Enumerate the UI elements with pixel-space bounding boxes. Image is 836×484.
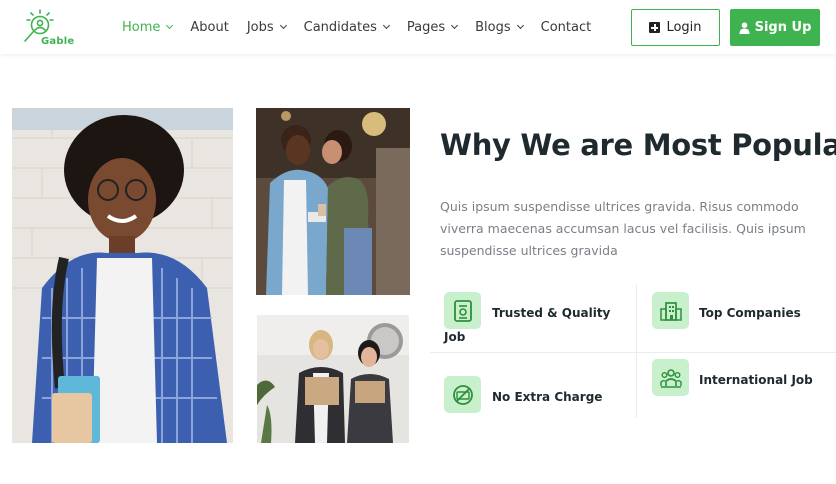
feature-label-line2: Job [444, 330, 466, 344]
nav-item-about[interactable]: About [190, 20, 228, 35]
chevron-down-icon [279, 21, 287, 30]
team-photo [256, 108, 410, 295]
chevron-down-icon [451, 21, 459, 30]
feature-label: International Job [699, 373, 813, 387]
main-nav: Home About Jobs Candidates Pages Blogs C… [122, 0, 609, 54]
feature-top-companies: Top Companies [652, 292, 822, 332]
no-charge-icon [444, 376, 481, 413]
signup-button[interactable]: Sign Up [730, 9, 820, 46]
nav-item-label: Candidates [303, 19, 377, 35]
student-photo [12, 108, 233, 443]
business-photo [257, 315, 409, 443]
certificate-icon [444, 292, 481, 329]
feature-international-job: International Job [652, 359, 822, 399]
login-button[interactable]: Login [631, 9, 720, 46]
building-icon [652, 292, 689, 329]
nav-item-jobs[interactable]: Jobs [246, 19, 287, 35]
feature-no-extra-charge: No Extra Charge [444, 376, 634, 416]
nav-item-home[interactable]: Home [122, 19, 174, 35]
nav-item-label: Blogs [475, 19, 511, 35]
section-title: Why We are Most Popular [440, 128, 836, 162]
nav-item-candidates[interactable]: Candidates [303, 19, 390, 35]
feature-trusted-quality: Trusted & Quality Job [444, 292, 634, 348]
nav-item-contact[interactable]: Contact [541, 20, 592, 35]
brand-name: Gable [41, 36, 75, 47]
user-icon [739, 21, 750, 34]
feature-label: Top Companies [699, 306, 801, 320]
feature-label: Trusted & Quality [492, 306, 611, 320]
nav-item-label: About [190, 19, 229, 35]
feature-label: No Extra Charge [492, 390, 603, 404]
nav-item-pages[interactable]: Pages [406, 19, 459, 35]
signup-label: Sign Up [754, 20, 812, 35]
nav-item-label: Jobs [246, 19, 274, 35]
feature-divider-vertical [636, 284, 637, 418]
team-icon [652, 359, 689, 396]
chevron-down-icon [166, 21, 174, 30]
plus-square-icon [649, 22, 661, 33]
login-label: Login [666, 20, 702, 35]
section-description: Quis ipsum suspendisse ultrices gravida.… [440, 199, 806, 258]
nav-item-label: Home [122, 19, 161, 35]
nav-item-label: Contact [540, 19, 592, 35]
feature-divider-horizontal [430, 352, 836, 353]
nav-item-label: Pages [406, 19, 446, 35]
brand-logo[interactable]: Gable [20, 8, 75, 50]
nav-item-blogs[interactable]: Blogs [475, 19, 524, 35]
chevron-down-icon [516, 21, 524, 30]
site-header: Gable Home About Jobs Candidates Pages B… [0, 0, 836, 54]
chevron-down-icon [382, 21, 390, 30]
